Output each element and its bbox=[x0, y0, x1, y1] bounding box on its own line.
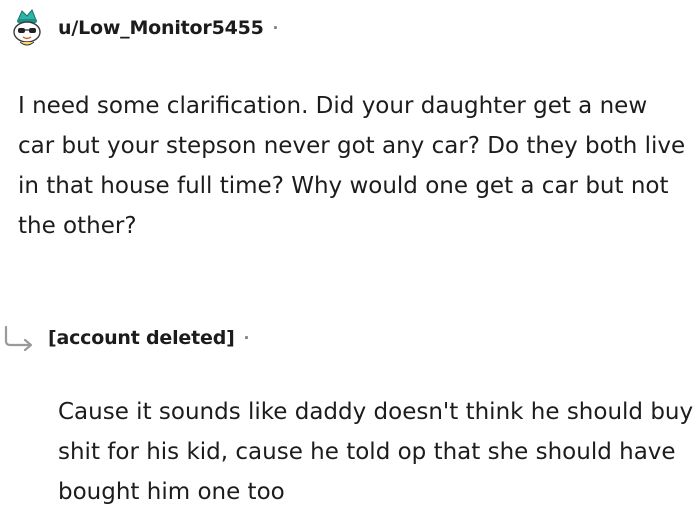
reply-header: [account deleted] · bbox=[0, 318, 249, 358]
snoo-avatar-icon[interactable] bbox=[8, 8, 46, 48]
reply-username: [account deleted] bbox=[48, 327, 235, 349]
reply-header-separator: · bbox=[243, 329, 250, 347]
header-separator: · bbox=[272, 19, 279, 37]
comment-body: I need some clarification. Did your daug… bbox=[18, 93, 686, 239]
comment-header: u/Low_Monitor5455 · bbox=[8, 8, 278, 48]
reply-arrow-icon bbox=[4, 325, 33, 352]
reply-body: Cause it sounds like daddy doesn't think… bbox=[58, 399, 694, 505]
comment-username[interactable]: u/Low_Monitor5455 bbox=[58, 17, 264, 39]
